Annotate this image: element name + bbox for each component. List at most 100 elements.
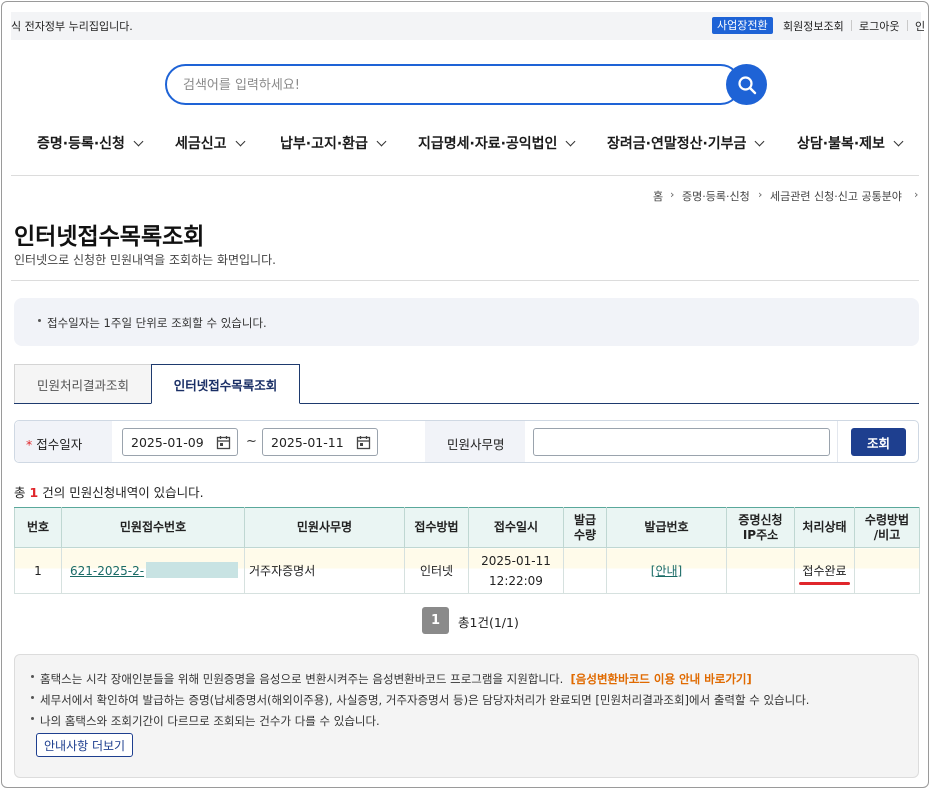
bullet [31, 717, 34, 720]
notice-text: 나의 홈택스와 조회기간이 다르므로 조회되는 건수가 다를 수 있습니다. [40, 714, 380, 728]
page-frame: 식 전자정부 누리집입니다. 사업장전환 회원정보조회 로그아웃 인 증명·등록… [1, 1, 929, 788]
gnb-item-statement[interactable]: 지급명세·자료·공익법인 [418, 133, 576, 153]
notice-line: 홈택스는 시각 장애인분들을 위해 민원증명을 음성으로 변환시켜주는 음성변환… [31, 671, 752, 687]
notice-text: 홈택스는 시각 장애인분들을 위해 민원증명을 음성으로 변환시켜주는 음성변환… [40, 672, 564, 686]
date-from-field[interactable]: 2025-01-09 [122, 428, 238, 456]
chevron-down-icon [133, 136, 144, 146]
cell-method: 인터넷 [404, 547, 469, 594]
receipt-number-link[interactable]: 621-2025-2- [70, 564, 144, 578]
chevron-down-icon [376, 136, 387, 146]
cell-qty [563, 547, 607, 594]
gnb-label: 장려금·연말정산·기부금 [607, 136, 747, 152]
gnb-label: 증명·등록·신청 [37, 136, 125, 152]
notice-line: 세무서에서 확인하여 발급하는 증명(납세증명서(해외이주용), 사실증명, 거… [31, 692, 809, 708]
business-switch-button[interactable]: 사업장전환 [712, 17, 773, 34]
query-button[interactable]: 조회 [851, 428, 906, 456]
search-button[interactable] [726, 64, 767, 105]
gnb-item-payment[interactable]: 납부·고지·환급 [280, 133, 387, 153]
gnb-item-certificate[interactable]: 증명·등록·신청 [37, 133, 144, 153]
masked-number [146, 562, 239, 578]
page-title: 인터넷접수목록조회 [14, 224, 205, 250]
bullet [31, 696, 34, 699]
breadcrumb-certificate[interactable]: 증명·등록·신청 [682, 188, 750, 204]
date-to-field[interactable]: 2025-01-11 [262, 428, 378, 456]
col-header: 접수일시 [468, 507, 564, 548]
date-range-tilde: ~ [246, 434, 257, 449]
divider [837, 421, 838, 462]
result-count: 총 1 건의 민원신청내역이 있습니다. [14, 482, 204, 501]
cell-issue-no: [안내] [606, 547, 727, 594]
cell-no: 1 [14, 547, 62, 594]
notice-text: 세무서에서 확인하여 발급하는 증명(납세증명서(해외이주용), 사실증명, 거… [40, 693, 810, 707]
info-box: 접수일자는 1주일 단위로 조회할 수 있습니다. [14, 298, 919, 346]
search-input[interactable] [183, 75, 703, 95]
top-utility-bar: 식 전자정부 누리집입니다. 사업장전환 회원정보조회 로그아웃 인 [11, 12, 925, 40]
col-header: 발급 수량 [563, 507, 607, 548]
logout-link[interactable]: 로그아웃 [859, 18, 899, 34]
col-header: 증명신청 IP주소 [726, 507, 795, 548]
gnb-label: 세금신고 [175, 136, 227, 152]
civil-name-label: 민원사무명 [447, 437, 505, 452]
page-total: 총1건(1/1) [458, 615, 519, 630]
breadcrumb-separator: › [758, 188, 763, 201]
gnb-item-consult[interactable]: 상담·불복·제보 [797, 133, 904, 153]
breadcrumb-home[interactable]: 홈 [653, 188, 663, 204]
count-suffix: 건의 민원신청내역이 있습니다. [42, 485, 204, 500]
calendar-icon[interactable] [216, 435, 231, 450]
status-underline [799, 581, 850, 585]
status-label: 접수완료 [802, 563, 847, 578]
notice-line: 나의 홈택스와 조회기간이 다르므로 조회되는 건수가 다를 수 있습니다. [31, 713, 380, 729]
gnb-item-tax-filing[interactable]: 세금신고 [175, 133, 245, 153]
tab-underline [14, 403, 919, 404]
gnb-label: 지급명세·자료·공익법인 [418, 136, 558, 152]
title-divider [11, 280, 919, 281]
breadcrumb-separator: › [914, 188, 919, 201]
calendar-icon[interactable] [356, 435, 371, 450]
page-number-button[interactable]: 1 [422, 607, 449, 634]
chevron-down-icon [235, 136, 245, 146]
col-header: 발급번호 [606, 507, 727, 548]
col-header: 수령방법 /비고 [854, 507, 920, 548]
gnb-item-incentive[interactable]: 장려금·연말정산·기부금 [607, 133, 765, 153]
table-header-row: 번호 민원접수번호 민원사무명 접수방법 접수일시 발급 수량 발급번호 증명신… [14, 507, 920, 548]
receipt-table: 번호 민원접수번호 민원사무명 접수방법 접수일시 발급 수량 발급번호 증명신… [14, 507, 920, 594]
tab-internet-receipt[interactable]: 인터넷접수목록조회 [151, 364, 300, 404]
bullet [31, 675, 34, 678]
col-header: 처리상태 [794, 507, 855, 548]
issue-info-link[interactable]: [안내] [651, 564, 682, 578]
cell-datetime: 2025-01-11 12:22:09 [468, 547, 564, 594]
tab-civil-result[interactable]: 민원처리결과조회 [14, 364, 152, 404]
search-icon [737, 75, 756, 94]
cell-civil-name: 거주자증명서 [244, 547, 405, 594]
required-mark: * [26, 437, 33, 452]
gnb-label: 납부·고지·환급 [280, 136, 368, 152]
page-subtitle: 인터넷으로 신청한 민원내역을 조회하는 화면입니다. [14, 253, 276, 267]
chevron-down-icon [893, 136, 904, 146]
col-header: 민원사무명 [244, 507, 405, 548]
notice-box: 홈택스는 시각 장애인분들을 위해 민원증명을 음성으로 변환시켜주는 음성변환… [14, 654, 919, 778]
truncated-link[interactable]: 인 [915, 18, 925, 34]
civil-name-input[interactable] [533, 428, 830, 456]
chevron-down-icon [754, 136, 765, 146]
col-header: 번호 [14, 507, 62, 548]
receipt-date: 2025-01-11 [481, 553, 551, 568]
gnb-divider [11, 175, 919, 176]
table-row[interactable]: 1 621-2025-2- 거주자증명서 인터넷 2025-01-11 12:2… [14, 547, 920, 594]
cell-receipt-no: 621-2025-2- [61, 547, 245, 594]
count-prefix: 총 [14, 485, 26, 500]
date-from-value: 2025-01-09 [131, 435, 204, 450]
barcode-guide-link[interactable]: [음성변환바코드 이용 안내 바로가기] [571, 672, 752, 686]
info-text-content: 접수일자는 1주일 단위로 조회할 수 있습니다. [47, 316, 267, 330]
more-info-button[interactable]: 안내사항 더보기 [36, 733, 134, 757]
search-filter: * 접수일자 2025-01-09 ~ 2025-01-11 민원사무명 조회 [14, 420, 919, 463]
receipt-time: 12:22:09 [489, 573, 543, 588]
date-label: * 접수일자 [26, 434, 82, 453]
date-label-text: 접수일자 [36, 437, 83, 452]
divider [851, 20, 852, 31]
member-info-link[interactable]: 회원정보조회 [783, 18, 844, 34]
breadcrumb-current[interactable]: 세금관련 신청·신고 공통분야 [770, 188, 902, 204]
gnb-label: 상담·불복·제보 [797, 136, 885, 152]
info-text: 접수일자는 1주일 단위로 조회할 수 있습니다. [38, 315, 267, 331]
divider [907, 20, 908, 31]
col-header: 민원접수번호 [61, 507, 245, 548]
